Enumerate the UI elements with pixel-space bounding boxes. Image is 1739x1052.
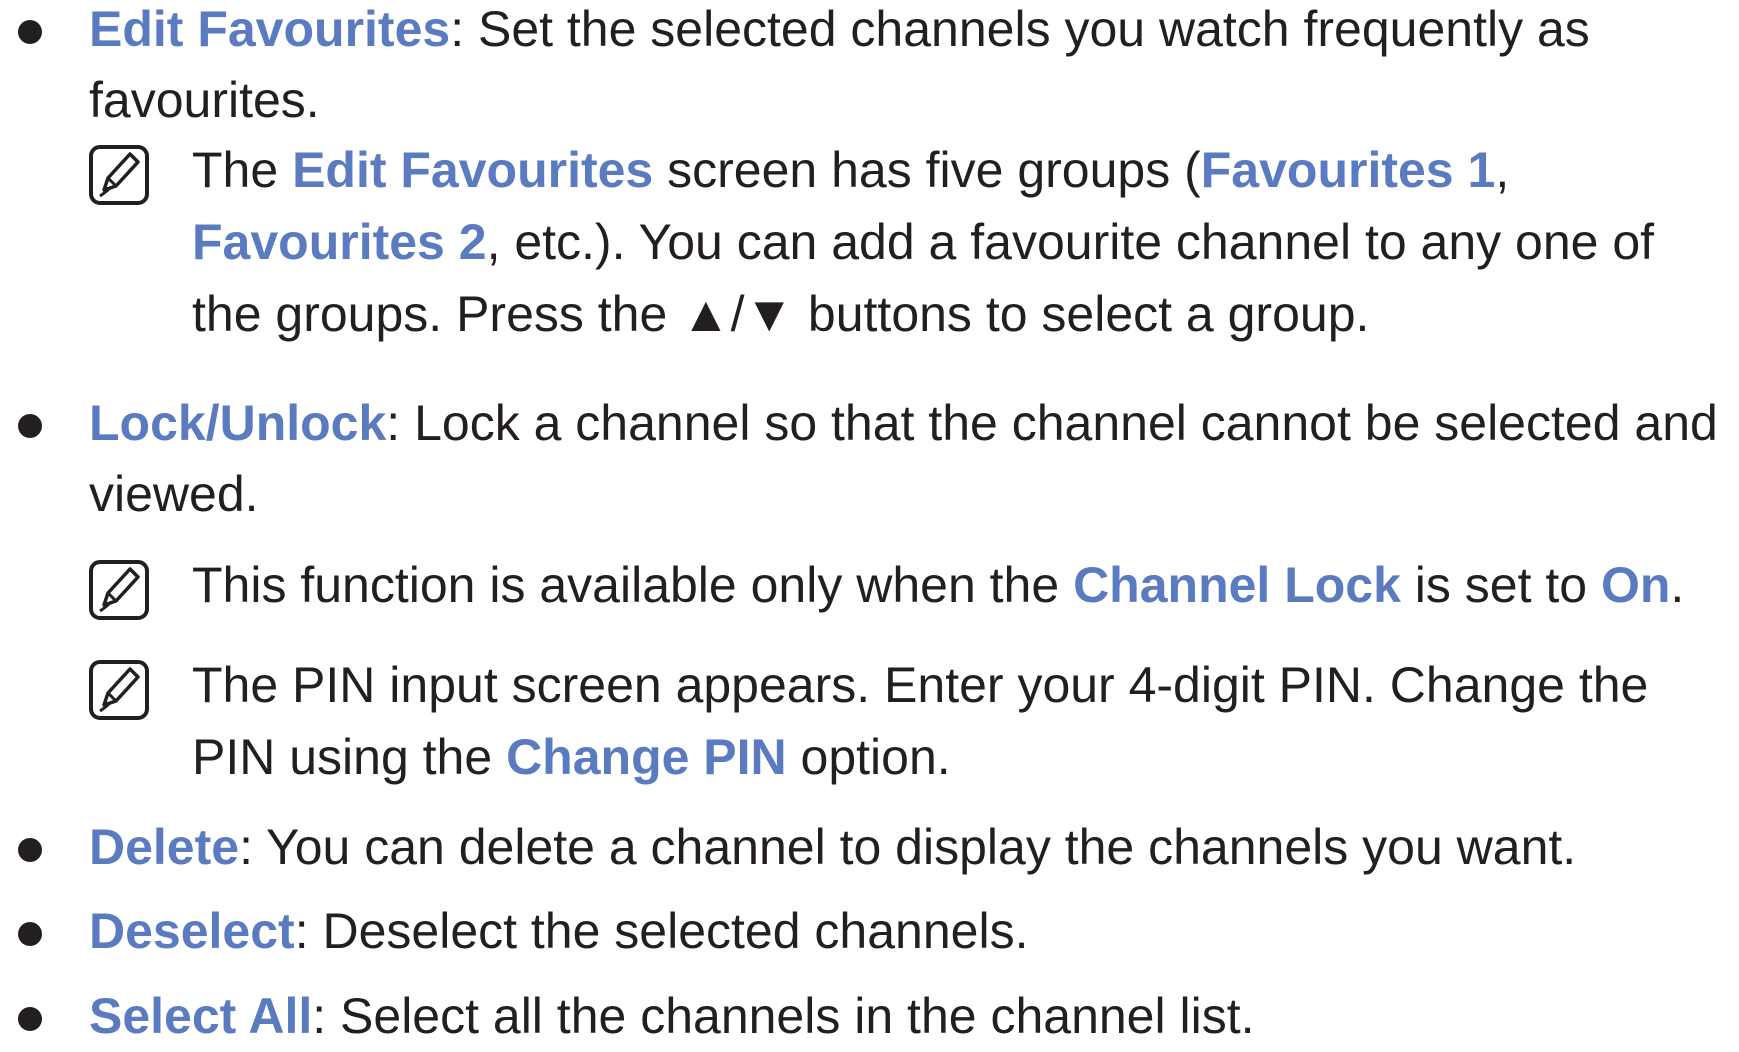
bullet-icon: [18, 838, 42, 862]
description: : You can delete a channel to display th…: [239, 819, 1577, 875]
bullet-text: Lock/Unlock: Lock a channel so that the …: [89, 388, 1719, 530]
bullet-icon: [18, 922, 42, 946]
term: Edit Favourites: [89, 1, 451, 57]
note-pencil-icon: [89, 660, 149, 720]
note-part: option.: [786, 729, 951, 785]
bullet-icon: [18, 1007, 42, 1031]
note-text: The Edit Favourites screen has five grou…: [192, 134, 1729, 350]
note-part: screen has five groups (: [653, 142, 1201, 198]
note-text: This function is available only when the…: [192, 549, 1739, 621]
bullet-text: Edit Favourites: Set the selected channe…: [89, 0, 1719, 136]
term: Edit Favourites: [292, 142, 654, 198]
note-part: is set to: [1400, 557, 1601, 613]
term: Delete: [89, 819, 240, 875]
term: Channel Lock: [1073, 557, 1401, 613]
note-text: The PIN input screen appears. Enter your…: [192, 649, 1729, 793]
description: : Deselect the selected channels.: [294, 903, 1029, 959]
bullet-icon: [18, 414, 42, 438]
bullet-text: Deselect: Deselect the selected channels…: [89, 896, 1719, 967]
note-part: ,: [1495, 142, 1510, 198]
note-part: This function is available only when the: [192, 557, 1074, 613]
term: On: [1600, 557, 1671, 613]
bullet-icon: [18, 20, 42, 44]
manual-page: Edit Favourites: Set the selected channe…: [0, 0, 1739, 1044]
term: Favourites 1: [1200, 142, 1496, 198]
term: Lock/Unlock: [89, 395, 387, 451]
bullet-text: Delete: You can delete a channel to disp…: [89, 812, 1719, 883]
bullet-text: Select All: Select all the channels in t…: [89, 981, 1719, 1052]
term: Favourites 2: [192, 214, 487, 270]
note-part: .: [1670, 557, 1685, 613]
note-pencil-icon: [89, 560, 149, 620]
term: Deselect: [89, 903, 295, 959]
note-pencil-icon: [89, 145, 149, 205]
term: Change PIN: [506, 729, 787, 785]
note-part: The: [192, 142, 293, 198]
